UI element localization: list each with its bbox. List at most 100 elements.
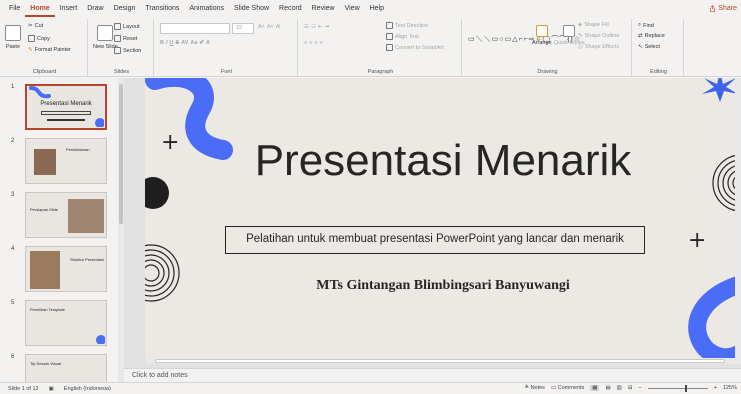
shapes-gallery[interactable]: ▭＼＼▭○▭△⌐⌐⇨⇩◯⌒⌒{}☆ xyxy=(468,23,580,55)
thumbnail-number: 6 xyxy=(11,354,15,360)
tab-slide-show[interactable]: Slide Show xyxy=(229,0,274,17)
notes-pane[interactable]: Click to add notes xyxy=(124,368,741,382)
shape-effects-label: Shape Effects xyxy=(584,44,619,50)
editor-vertical-scrollbar[interactable] xyxy=(735,78,741,358)
arrange-button[interactable]: Arrange xyxy=(532,25,552,46)
align-buttons[interactable]: ≡ ≡ ≡ ≡ xyxy=(304,40,323,46)
thumbnail-title: Tip Desain Visual xyxy=(30,361,61,366)
slide-thumbnail[interactable]: Pemilihan Template xyxy=(25,300,107,346)
zoom-level[interactable]: 125% xyxy=(723,385,737,391)
slide-thumbnail[interactable]: Tip Desain Visual xyxy=(25,354,107,382)
slide-school-name[interactable]: MTs Gintangan Blimbingsari Banyuwangi xyxy=(145,278,741,294)
zoom-slider-knob[interactable] xyxy=(684,384,687,392)
language-indicator[interactable]: English (Indonesia) xyxy=(64,386,111,392)
tab-home[interactable]: Home xyxy=(25,0,55,17)
font-size-box[interactable]: 32 xyxy=(232,23,254,34)
scrollbar-thumb[interactable] xyxy=(119,84,123,224)
reading-view-icon[interactable]: ▥ xyxy=(617,385,622,391)
align-right-icon: ≡ xyxy=(314,40,318,46)
list-buttons[interactable]: ☰ ☷ ⇤ ⇥ xyxy=(304,24,329,30)
font-size-adjust[interactable]: A˄ A˅ A̸ xyxy=(258,24,279,30)
layout-button[interactable]: Layout xyxy=(114,23,140,30)
reset-label: Reset xyxy=(123,35,138,42)
editing-label: Editing xyxy=(650,69,667,75)
slide-thumbnail[interactable]: Pendahuluan xyxy=(25,138,107,184)
italic-icon: I xyxy=(165,40,168,46)
copy-button[interactable]: Copy xyxy=(28,35,50,42)
current-slide[interactable]: + + Presentasi Menarik Pelatihan untuk m… xyxy=(145,78,741,361)
notes-label: Notes xyxy=(530,385,545,391)
align-center-icon: ≡ xyxy=(309,40,313,46)
tab-view[interactable]: View xyxy=(340,0,365,17)
slide-title[interactable]: Presentasi Menarik xyxy=(145,136,741,186)
text-direction-button[interactable]: Text Direction xyxy=(386,22,428,29)
scissors-icon: ✂ xyxy=(28,23,33,29)
scrollbar-thumb[interactable] xyxy=(155,359,725,363)
share-button[interactable]: Share xyxy=(709,0,737,17)
replace-icon: ⇄ xyxy=(638,33,643,39)
tab-review[interactable]: Review xyxy=(307,0,340,17)
format-painter-button[interactable]: ✎ Format Painter xyxy=(28,47,71,53)
editor-horizontal-scrollbar[interactable] xyxy=(147,358,741,364)
find-button[interactable]: ⌕ Find xyxy=(638,22,654,29)
tab-animations[interactable]: Animations xyxy=(184,0,229,17)
status-bar: Slide 1 of 12 ▣ English (Indonesia) ≙ No… xyxy=(0,382,741,394)
replace-label: Replace xyxy=(644,33,665,39)
share-label: Share xyxy=(718,5,737,12)
shape-outline-button[interactable]: ✎ Shape Outline xyxy=(578,33,619,39)
normal-view-icon[interactable]: ▦ xyxy=(590,385,600,391)
ribbon-tabs: File Home Insert Draw Design Transitions… xyxy=(0,0,741,17)
cut-button[interactable]: ✂ Cut xyxy=(28,23,43,29)
shape-effects-button[interactable]: ◎ Shape Effects xyxy=(578,44,619,50)
thumbnail-number: 3 xyxy=(11,192,15,198)
tab-file[interactable]: File xyxy=(4,0,25,17)
cut-label: Cut xyxy=(34,23,44,29)
section-button[interactable]: Section xyxy=(114,47,141,54)
zoom-in-icon[interactable]: + xyxy=(714,385,717,391)
align-text-icon xyxy=(386,33,393,40)
blue-loop-shape xyxy=(96,335,105,344)
tab-draw[interactable]: Draw xyxy=(82,0,108,17)
layout-icon xyxy=(114,23,121,30)
tab-record[interactable]: Record xyxy=(274,0,307,17)
slide-subtitle-box[interactable]: Pelatihan untuk membuat presentasi Power… xyxy=(225,226,645,254)
tab-transitions[interactable]: Transitions xyxy=(140,0,184,17)
slide-counter: Slide 1 of 12 xyxy=(8,386,39,392)
tab-help[interactable]: Help xyxy=(365,0,389,17)
slide-thumbnail[interactable]: Presentasi Menarik xyxy=(25,84,107,130)
accessibility-icon[interactable]: ▣ xyxy=(49,386,54,392)
replace-button[interactable]: ⇄ Replace xyxy=(638,33,665,39)
blue-loop-shape xyxy=(95,118,104,127)
convert-smartart-label: Convert to SmartArt xyxy=(395,44,444,51)
slideshow-icon[interactable]: ⊟ xyxy=(628,385,633,391)
thumbnail-title: Pemilihan Template xyxy=(30,307,65,312)
thumbnail-title: Persiapan Slide xyxy=(30,207,59,212)
thumbnail-number: 2 xyxy=(11,138,15,144)
paste-button[interactable]: Paste xyxy=(5,25,21,50)
concentric-circles-shape xyxy=(145,244,180,302)
font-name-box[interactable] xyxy=(160,23,230,34)
thumbnail-title: Struktur Presentasi xyxy=(70,257,105,262)
slide-thumbnail[interactable]: Struktur Presentasi xyxy=(25,246,107,292)
layout-label: Layout xyxy=(123,23,140,30)
change-case-icon: Aa xyxy=(190,40,198,46)
slide-editor: + + Presentasi Menarik Pelatihan untuk m… xyxy=(124,78,741,368)
zoom-slider[interactable] xyxy=(647,384,708,392)
shape-fill-button[interactable]: ◈ Shape Fill xyxy=(578,22,609,28)
arrange-icon xyxy=(535,25,548,37)
reset-button[interactable]: Reset xyxy=(114,35,137,42)
text-direction-icon xyxy=(386,22,393,29)
tab-insert[interactable]: Insert xyxy=(55,0,83,17)
font-style-buttons[interactable]: B I U S AV Aa ✐ A xyxy=(160,40,210,46)
thumbnail-photo xyxy=(68,199,104,233)
cursor-icon: ↖ xyxy=(638,44,643,50)
select-button[interactable]: ↖ Select xyxy=(638,44,660,50)
slide-sorter-icon[interactable]: ▤ xyxy=(605,385,610,391)
notes-button[interactable]: ≙ Notes xyxy=(524,385,545,391)
comments-button[interactable]: ▭ Comments xyxy=(551,385,584,391)
zoom-out-icon[interactable]: − xyxy=(638,385,641,391)
align-text-button[interactable]: Align Text xyxy=(386,33,419,40)
slide-thumbnail[interactable]: Persiapan Slide xyxy=(25,192,107,238)
convert-smartart-button[interactable]: Convert to SmartArt xyxy=(386,44,444,51)
tab-design[interactable]: Design xyxy=(109,0,141,17)
